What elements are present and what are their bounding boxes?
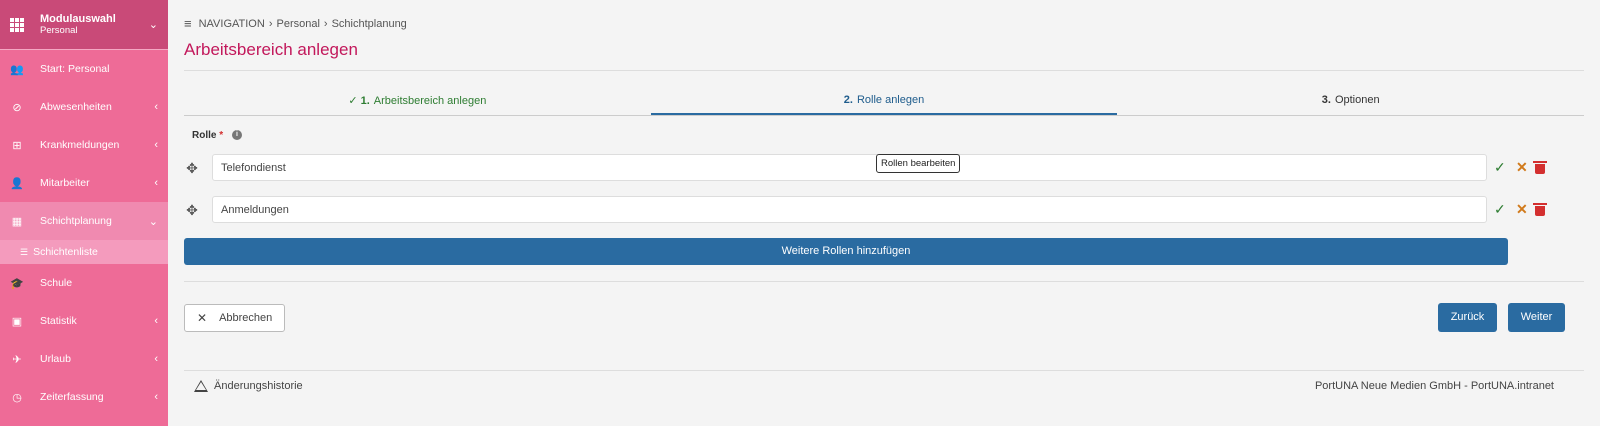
change-history-link[interactable]: Änderungshistorie [194, 380, 303, 392]
divider [184, 70, 1584, 71]
module-selector[interactable]: Modulauswahl Personal ⌄ [0, 0, 168, 50]
drag-handle-icon[interactable]: ✥ [184, 160, 200, 176]
sidebar-item-label: Statistik [40, 315, 77, 327]
module-selector-title: Modulauswahl [40, 13, 116, 25]
table-icon: ▦ [11, 215, 23, 228]
plus-square-icon: ⊞ [12, 139, 22, 152]
wizard-step-2[interactable]: 2. Rolle anlegen [650, 88, 1118, 115]
chevron-right-icon: › [323, 17, 328, 30]
cancel-edit-icon[interactable]: ✕ [1516, 159, 1528, 176]
breadcrumb-root[interactable]: NAVIGATION [199, 18, 265, 30]
clock-icon: ◷ [12, 391, 22, 404]
chevron-down-icon: ⌄ [148, 215, 158, 228]
chevron-left-icon: ‹ [154, 391, 158, 403]
sidebar-item-label: Schichtplanung [40, 215, 112, 227]
plane-icon: ✈ [12, 353, 22, 366]
breadcrumb: ≡ NAVIGATION › Personal › Schichtplanung [184, 16, 407, 31]
chevron-left-icon: ‹ [154, 353, 158, 365]
trash-icon[interactable] [1533, 161, 1547, 174]
chart-icon: ▣ [11, 315, 23, 328]
breadcrumb-schichtplanung[interactable]: Schichtplanung [332, 18, 407, 30]
confirm-icon[interactable]: ✓ [1494, 159, 1506, 176]
rolle-label-text: Rolle [192, 130, 217, 141]
cancel-edit-icon[interactable]: ✕ [1516, 201, 1528, 218]
sidebar-item-zeiterfassung[interactable]: ◷ Zeiterfassung ‹ [0, 378, 168, 416]
sidebar: Modulauswahl Personal ⌄ 👥 Start: Persona… [0, 0, 168, 426]
list-icon: ☰ [20, 246, 29, 257]
sidebar-item-start-personal[interactable]: 👥 Start: Personal [0, 50, 168, 88]
step-label: Arbeitsbereich anlegen [373, 95, 487, 107]
role-input[interactable]: Anmeldungen [212, 196, 1487, 223]
sidebar-item-statistik[interactable]: ▣ Statistik ‹ [0, 302, 168, 340]
role-input[interactable]: Telefondienst [212, 154, 1487, 181]
info-icon[interactable]: i [231, 130, 242, 141]
change-history-label: Änderungshistorie [214, 380, 303, 392]
sidebar-item-label: Start: Personal [40, 63, 110, 75]
sidebar-item-schichtplanung[interactable]: ▦ Schichtplanung ⌄ [0, 202, 168, 240]
warning-triangle-icon [194, 380, 208, 392]
main-content: ≡ NAVIGATION › Personal › Schichtplanung… [168, 0, 1600, 426]
wizard-step-1[interactable]: ✓ 1. Arbeitsbereich anlegen [184, 88, 651, 115]
sidebar-item-abwesenheiten[interactable]: ⊘ Abwesenheiten ‹ [0, 88, 168, 126]
chevron-left-icon: ‹ [154, 177, 158, 189]
step-number: 2. [843, 94, 853, 106]
tooltip: Rollen bearbeiten [876, 154, 961, 173]
divider [184, 370, 1584, 371]
required-mark: * [219, 130, 224, 141]
sidebar-item-label: Zeiterfassung [40, 391, 104, 403]
rolle-label: Rolle * i [192, 130, 242, 141]
ban-icon: ⊘ [12, 101, 22, 114]
close-icon: ✕ [197, 311, 208, 325]
step-label: Optionen [1334, 94, 1380, 106]
cancel-button-label: Abbrechen [219, 312, 273, 324]
chevron-left-icon: ‹ [154, 315, 158, 327]
divider [184, 281, 1584, 282]
role-row: ✥ Telefondienst ✓ ✕ [184, 154, 1547, 182]
sidebar-item-label: Abwesenheiten [40, 101, 112, 113]
add-roles-button[interactable]: Weitere Rollen hinzufügen [184, 238, 1508, 265]
trash-icon[interactable] [1533, 203, 1547, 216]
step-number: 1. [360, 95, 370, 107]
step-number: 3. [1321, 94, 1331, 106]
sidebar-item-urlaub[interactable]: ✈ Urlaub ‹ [0, 340, 168, 378]
module-selector-subtitle: Personal [40, 25, 78, 36]
confirm-icon[interactable]: ✓ [1494, 201, 1506, 218]
sidebar-item-krankmeldungen[interactable]: ⊞ Krankmeldungen ‹ [0, 126, 168, 164]
breadcrumb-personal[interactable]: Personal [276, 18, 319, 30]
page-title: Arbeitsbereich anlegen [184, 40, 358, 59]
sidebar-item-mitarbeiter[interactable]: 👤 Mitarbeiter ‹ [0, 164, 168, 202]
chevron-right-icon: › [268, 17, 273, 30]
wizard-steps: ✓ 1. Arbeitsbereich anlegen 2. Rolle anleg… [184, 88, 1584, 116]
graduation-cap-icon: 🎓 [10, 277, 24, 290]
footer-company: PortUNA Neue Medien GmbH - PortUNA.intra… [1314, 380, 1554, 392]
step-label: Rolle anlegen [856, 94, 925, 106]
menu-icon[interactable]: ≡ [184, 16, 192, 31]
cancel-button[interactable]: ✕ Abbrechen [184, 304, 285, 332]
next-button[interactable]: Weiter [1508, 303, 1565, 332]
drag-handle-icon[interactable]: ✥ [184, 202, 200, 218]
wizard-step-3[interactable]: 3. Optionen [1117, 88, 1584, 115]
sidebar-subitem-label: Schichtenliste [33, 246, 98, 258]
users-icon: 👥 [10, 63, 24, 76]
chevron-left-icon: ‹ [154, 101, 158, 113]
sidebar-item-label: Schule [40, 277, 73, 289]
back-button[interactable]: Zurück [1438, 303, 1497, 332]
sidebar-item-label: Mitarbeiter [40, 177, 90, 189]
sidebar-item-label: Krankmeldungen [40, 139, 120, 151]
chevron-down-icon: ⌄ [148, 19, 158, 31]
role-row: ✥ Anmeldungen ✓ ✕ [184, 196, 1547, 224]
sidebar-subitem-schichtenliste[interactable]: ☰ Schichtenliste [0, 240, 168, 264]
check-icon: ✓ [348, 95, 361, 107]
user-icon: 👤 [10, 177, 24, 190]
chevron-left-icon: ‹ [154, 139, 158, 151]
sidebar-item-schule[interactable]: 🎓 Schule [0, 264, 168, 302]
sidebar-item-label: Urlaub [40, 353, 71, 365]
apps-grid-icon [10, 17, 24, 32]
